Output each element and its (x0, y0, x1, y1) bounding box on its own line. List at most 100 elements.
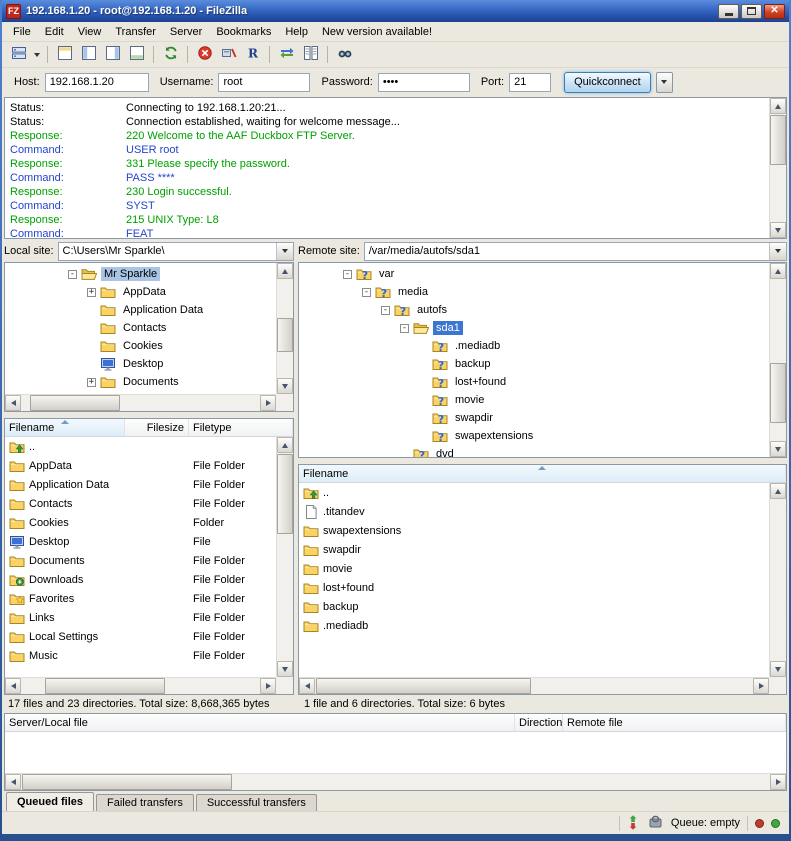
collapse-icon[interactable]: - (381, 306, 390, 315)
collapse-icon[interactable]: - (362, 288, 371, 297)
local-file-row[interactable]: .. (5, 437, 276, 456)
remote-tree-item[interactable]: ?backup (299, 355, 769, 373)
menu-bookmarks[interactable]: Bookmarks (209, 24, 278, 40)
horizontal-scroll-thumb[interactable] (45, 678, 165, 694)
menu-server[interactable]: Server (163, 24, 209, 40)
local-tree-item[interactable]: Cookies (5, 337, 276, 355)
scroll-down-button[interactable] (277, 378, 293, 394)
scroll-left-button[interactable] (5, 774, 21, 790)
collapse-icon[interactable]: - (343, 270, 352, 279)
queue-column-direction[interactable]: Direction (515, 714, 563, 731)
vertical-scroll-thumb[interactable] (277, 318, 293, 352)
vertical-scrollbar[interactable] (769, 483, 786, 677)
scroll-down-button[interactable] (770, 661, 786, 677)
horizontal-scroll-thumb[interactable] (30, 395, 120, 411)
local-column-filetype[interactable]: Filetype (189, 419, 293, 436)
quickconnect-dropdown[interactable] (656, 72, 673, 93)
host-input[interactable] (45, 73, 149, 92)
remote-file-row[interactable]: swapdir (299, 540, 769, 559)
vertical-scrollbar[interactable] (769, 98, 786, 238)
local-tree-item[interactable]: Application Data (5, 301, 276, 319)
remote-tree-item[interactable]: ?.mediadb (299, 337, 769, 355)
vertical-scrollbar[interactable] (769, 263, 786, 457)
username-input[interactable] (218, 73, 310, 92)
horizontal-scroll-thumb[interactable] (316, 678, 531, 694)
close-button[interactable]: ✕ (764, 4, 785, 19)
remote-column-filename[interactable]: Filename (299, 465, 786, 482)
local-file-row[interactable]: AppDataFile Folder (5, 456, 276, 475)
local-column-filename[interactable]: Filename (5, 419, 125, 436)
disconnect-button[interactable] (217, 44, 240, 66)
menu-edit[interactable]: Edit (38, 24, 71, 40)
remote-file-row[interactable]: swapextensions (299, 521, 769, 540)
collapse-icon[interactable]: - (400, 324, 409, 333)
remote-tree-item[interactable]: ?dvd (299, 445, 769, 457)
local-tree-item[interactable]: Contacts (5, 319, 276, 337)
local-tree-item[interactable]: +Documents (5, 373, 276, 391)
local-file-row[interactable]: Application DataFile Folder (5, 475, 276, 494)
remote-tree-item[interactable]: ?swapextensions (299, 427, 769, 445)
local-tree-item[interactable]: -Mr Sparkle (5, 265, 276, 283)
expand-icon[interactable]: + (87, 378, 96, 387)
horizontal-scrollbar[interactable] (5, 394, 276, 411)
local-file-row[interactable]: DesktopFile (5, 532, 276, 551)
remote-tree-item[interactable]: ?lost+found (299, 373, 769, 391)
expand-icon[interactable]: + (87, 288, 96, 297)
remote-site-dropdown[interactable] (769, 243, 786, 260)
local-file-row[interactable]: DocumentsFile Folder (5, 551, 276, 570)
local-file-row[interactable]: ContactsFile Folder (5, 494, 276, 513)
vertical-scroll-thumb[interactable] (770, 115, 786, 165)
horizontal-scroll-thumb[interactable] (22, 774, 232, 790)
scroll-up-button[interactable] (277, 437, 293, 453)
local-file-row[interactable]: LinksFile Folder (5, 608, 276, 627)
cancel-button[interactable] (193, 44, 216, 66)
vertical-scrollbar[interactable] (276, 437, 293, 677)
site-manager-dropdown[interactable] (31, 44, 42, 66)
horizontal-scrollbar[interactable] (5, 677, 276, 694)
local-site-dropdown[interactable] (276, 243, 293, 260)
vertical-scrollbar[interactable] (276, 263, 293, 394)
menu-new-version-available[interactable]: New version available! (315, 24, 439, 40)
toggle-message-log-button[interactable] (53, 44, 76, 66)
remote-tree-item[interactable]: -?media (299, 283, 769, 301)
menu-file[interactable]: File (6, 24, 38, 40)
horizontal-scrollbar[interactable] (5, 773, 786, 790)
speed-limits-icon[interactable] (627, 815, 643, 831)
tab-failed-transfers[interactable]: Failed transfers (96, 794, 194, 811)
remote-tree-item[interactable]: ?movie (299, 391, 769, 409)
tab-successful-transfers[interactable]: Successful transfers (196, 794, 317, 811)
local-site-combo[interactable]: C:\Users\Mr Sparkle\ (58, 242, 294, 261)
scroll-right-button[interactable] (260, 678, 276, 694)
scroll-right-button[interactable] (753, 678, 769, 694)
local-file-row[interactable]: Local SettingsFile Folder (5, 627, 276, 646)
menu-help[interactable]: Help (278, 24, 315, 40)
password-input[interactable] (378, 73, 470, 92)
local-file-row[interactable]: FavoritesFile Folder (5, 589, 276, 608)
scroll-up-button[interactable] (770, 98, 786, 114)
connection-status-icon[interactable] (648, 815, 664, 831)
remote-file-row[interactable]: backup (299, 597, 769, 616)
local-column-filesize[interactable]: Filesize (125, 419, 189, 436)
refresh-button[interactable] (159, 44, 182, 66)
reconnect-button[interactable]: R (241, 44, 264, 66)
remote-file-row[interactable]: .titandev (299, 502, 769, 521)
scroll-left-button[interactable] (5, 678, 21, 694)
vertical-scroll-thumb[interactable] (770, 363, 786, 423)
remote-tree-item[interactable]: -?autofs (299, 301, 769, 319)
scroll-down-button[interactable] (770, 441, 786, 457)
remote-tree-item[interactable]: ?swapdir (299, 409, 769, 427)
scroll-down-button[interactable] (277, 661, 293, 677)
remote-tree-item[interactable]: -sda1 (299, 319, 769, 337)
remote-site-combo[interactable]: /var/media/autofs/sda1 (364, 242, 787, 261)
scroll-left-button[interactable] (299, 678, 315, 694)
vertical-scroll-thumb[interactable] (277, 454, 293, 534)
find-files-button[interactable] (333, 44, 356, 66)
remote-file-row[interactable]: lost+found (299, 578, 769, 597)
quickconnect-button[interactable]: Quickconnect (564, 72, 651, 93)
toggle-transfer-queue-button[interactable] (125, 44, 148, 66)
queue-column-server-local-file[interactable]: Server/Local file (5, 714, 515, 731)
tab-queued-files[interactable]: Queued files (6, 792, 94, 811)
remote-file-row[interactable]: movie (299, 559, 769, 578)
menu-transfer[interactable]: Transfer (108, 24, 163, 40)
collapse-icon[interactable]: - (68, 270, 77, 279)
